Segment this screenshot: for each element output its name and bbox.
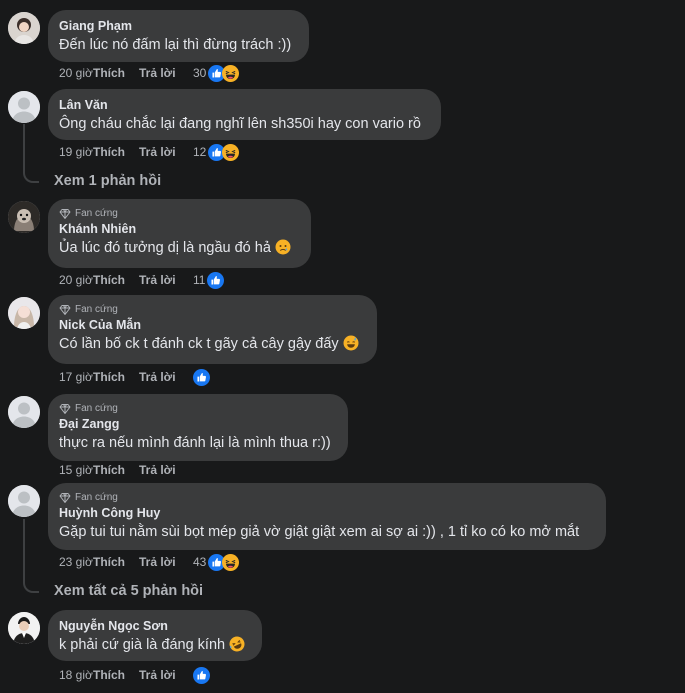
fan-badge[interactable]: Fan cứng [59,207,299,221]
reply-button[interactable]: Trả lời [139,66,193,80]
comment-meta: 17 giờ Thích Trả lời [59,367,210,387]
comment-text-content: Ủa lúc đó tưởng dị là ngầu đó hả [59,240,271,256]
reactions[interactable] [193,667,210,684]
like-reaction-icon [193,369,210,386]
reactions[interactable] [193,369,210,386]
comment-meta: 20 giờ Thích Trả lời 11 [59,270,224,290]
comment-text: Ông cháu chắc lại đang nghĩ lên sh350i h… [59,116,421,132]
reply-button[interactable]: Trả lời [139,463,193,477]
comment-time[interactable]: 15 giờ [59,463,93,477]
avatar[interactable] [8,297,40,329]
comment-bubble: Fan cứng Huỳnh Công Huy Gặp tui tui nằm … [48,483,606,550]
comment-bubble: Giang Phạm Đến lúc nó đấm lại thì đừng t… [48,10,309,62]
reply-button[interactable]: Trả lời [139,555,193,569]
comment-text-content: Có lần bố ck t đánh ck t gãy cả cây gậy … [59,336,339,352]
like-button[interactable]: Thích [93,145,139,159]
diamond-icon [59,208,71,220]
comment-time[interactable]: 18 giờ [59,668,93,682]
comment-text: Ủa lúc đó tưởng dị là ngầu đó hả [59,238,299,258]
avatar[interactable] [8,396,40,428]
avatar[interactable] [8,91,40,123]
like-button[interactable]: Thích [93,370,139,384]
reactions[interactable] [207,272,224,289]
fan-badge-label: Fan cứng [75,492,118,503]
fan-badge-label: Fan cứng [75,304,118,315]
fan-badge-label: Fan cứng [75,208,118,219]
diamond-icon [59,403,71,415]
avatar[interactable] [8,485,40,517]
comment-time[interactable]: 19 giờ [59,145,93,159]
reply-button[interactable]: Trả lời [139,273,193,287]
reaction-count[interactable]: 30 [193,66,206,80]
reaction-count[interactable]: 43 [193,555,206,569]
comment-author[interactable]: Huỳnh Công Huy [59,505,594,522]
reactions[interactable] [208,554,239,571]
comment-time[interactable]: 23 giờ [59,555,93,569]
avatar[interactable] [8,201,40,233]
thread-connector-line [23,124,39,183]
reply-button[interactable]: Trả lời [139,145,193,159]
like-reaction-icon [207,272,224,289]
rofl-emoji [229,636,245,652]
comment-time[interactable]: 20 giờ [59,66,93,80]
comment-text-content: k phải cứ già là đáng kính [59,637,226,653]
sweat-smile-emoji [343,335,359,351]
fan-badge[interactable]: Fan cứng [59,402,336,416]
comment-meta: 15 giờ Thích Trả lời [59,460,193,480]
like-button[interactable]: Thích [93,66,139,80]
comment-author[interactable]: Nick Của Mẫn [59,317,365,334]
comment-text: thực ra nếu mình đánh lại là mình thua r… [59,435,331,451]
haha-reaction-icon [222,554,239,571]
comment-time[interactable]: 20 giờ [59,273,93,287]
comment-meta: 23 giờ Thích Trả lời 43 [59,552,239,572]
reaction-count[interactable]: 11 [193,273,205,287]
comment-bubble: Lân Văn Ông cháu chắc lại đang nghĩ lên … [48,89,441,140]
comment-author[interactable]: Nguyễn Ngọc Sơn [59,618,250,635]
comment-bubble: Fan cứng Đại Zangg thực ra nếu mình đánh… [48,394,348,461]
comment-text: Có lần bố ck t đánh ck t gãy cả cây gậy … [59,334,365,354]
fan-badge-label: Fan cứng [75,403,118,414]
comment-text: Gặp tui tui nằm sùi bọt mép giả vờ giật … [59,524,580,540]
haha-reaction-icon [222,144,239,161]
reaction-count[interactable]: 12 [193,145,206,159]
reply-button[interactable]: Trả lời [139,370,193,384]
like-button[interactable]: Thích [93,273,139,287]
comment-bubble: Nguyễn Ngọc Sơn k phải cứ già là đáng kí… [48,610,262,661]
comment-meta: 19 giờ Thích Trả lời 12 [59,142,239,162]
sad-face-emoji [275,239,291,255]
comment-author[interactable]: Lân Văn [59,97,429,114]
comment-author[interactable]: Đại Zangg [59,416,336,433]
comment-author[interactable]: Giang Phạm [59,18,297,35]
like-reaction-icon [193,667,210,684]
fan-badge[interactable]: Fan cứng [59,491,594,505]
comment-meta: 20 giờ Thích Trả lời 30 [59,63,239,83]
like-button[interactable]: Thích [93,668,139,682]
avatar[interactable] [8,12,40,44]
reactions[interactable] [208,65,239,82]
diamond-icon [59,304,71,316]
comment-author[interactable]: Khánh Nhiên [59,221,299,238]
like-button[interactable]: Thích [93,555,139,569]
haha-reaction-icon [222,65,239,82]
comment-bubble: Fan cứng Nick Của Mẫn Có lần bố ck t đán… [48,295,377,364]
comment-text: Đến lúc nó đấm lại thì đừng trách :)) [59,37,292,53]
comment-text: k phải cứ già là đáng kính [59,635,250,655]
comment-bubble: Fan cứng Khánh Nhiên Ủa lúc đó tưởng dị … [48,199,311,268]
diamond-icon [59,492,71,504]
view-replies-link[interactable]: Xem tất cả 5 phản hồi [54,581,203,601]
avatar[interactable] [8,612,40,644]
reactions[interactable] [208,144,239,161]
comment-meta: 18 giờ Thích Trả lời [59,665,210,685]
like-button[interactable]: Thích [93,463,139,477]
fan-badge[interactable]: Fan cứng [59,303,365,317]
comment-time[interactable]: 17 giờ [59,370,93,384]
thread-connector-line [23,519,39,593]
reply-button[interactable]: Trả lời [139,668,193,682]
view-replies-link[interactable]: Xem 1 phản hồi [54,171,161,191]
